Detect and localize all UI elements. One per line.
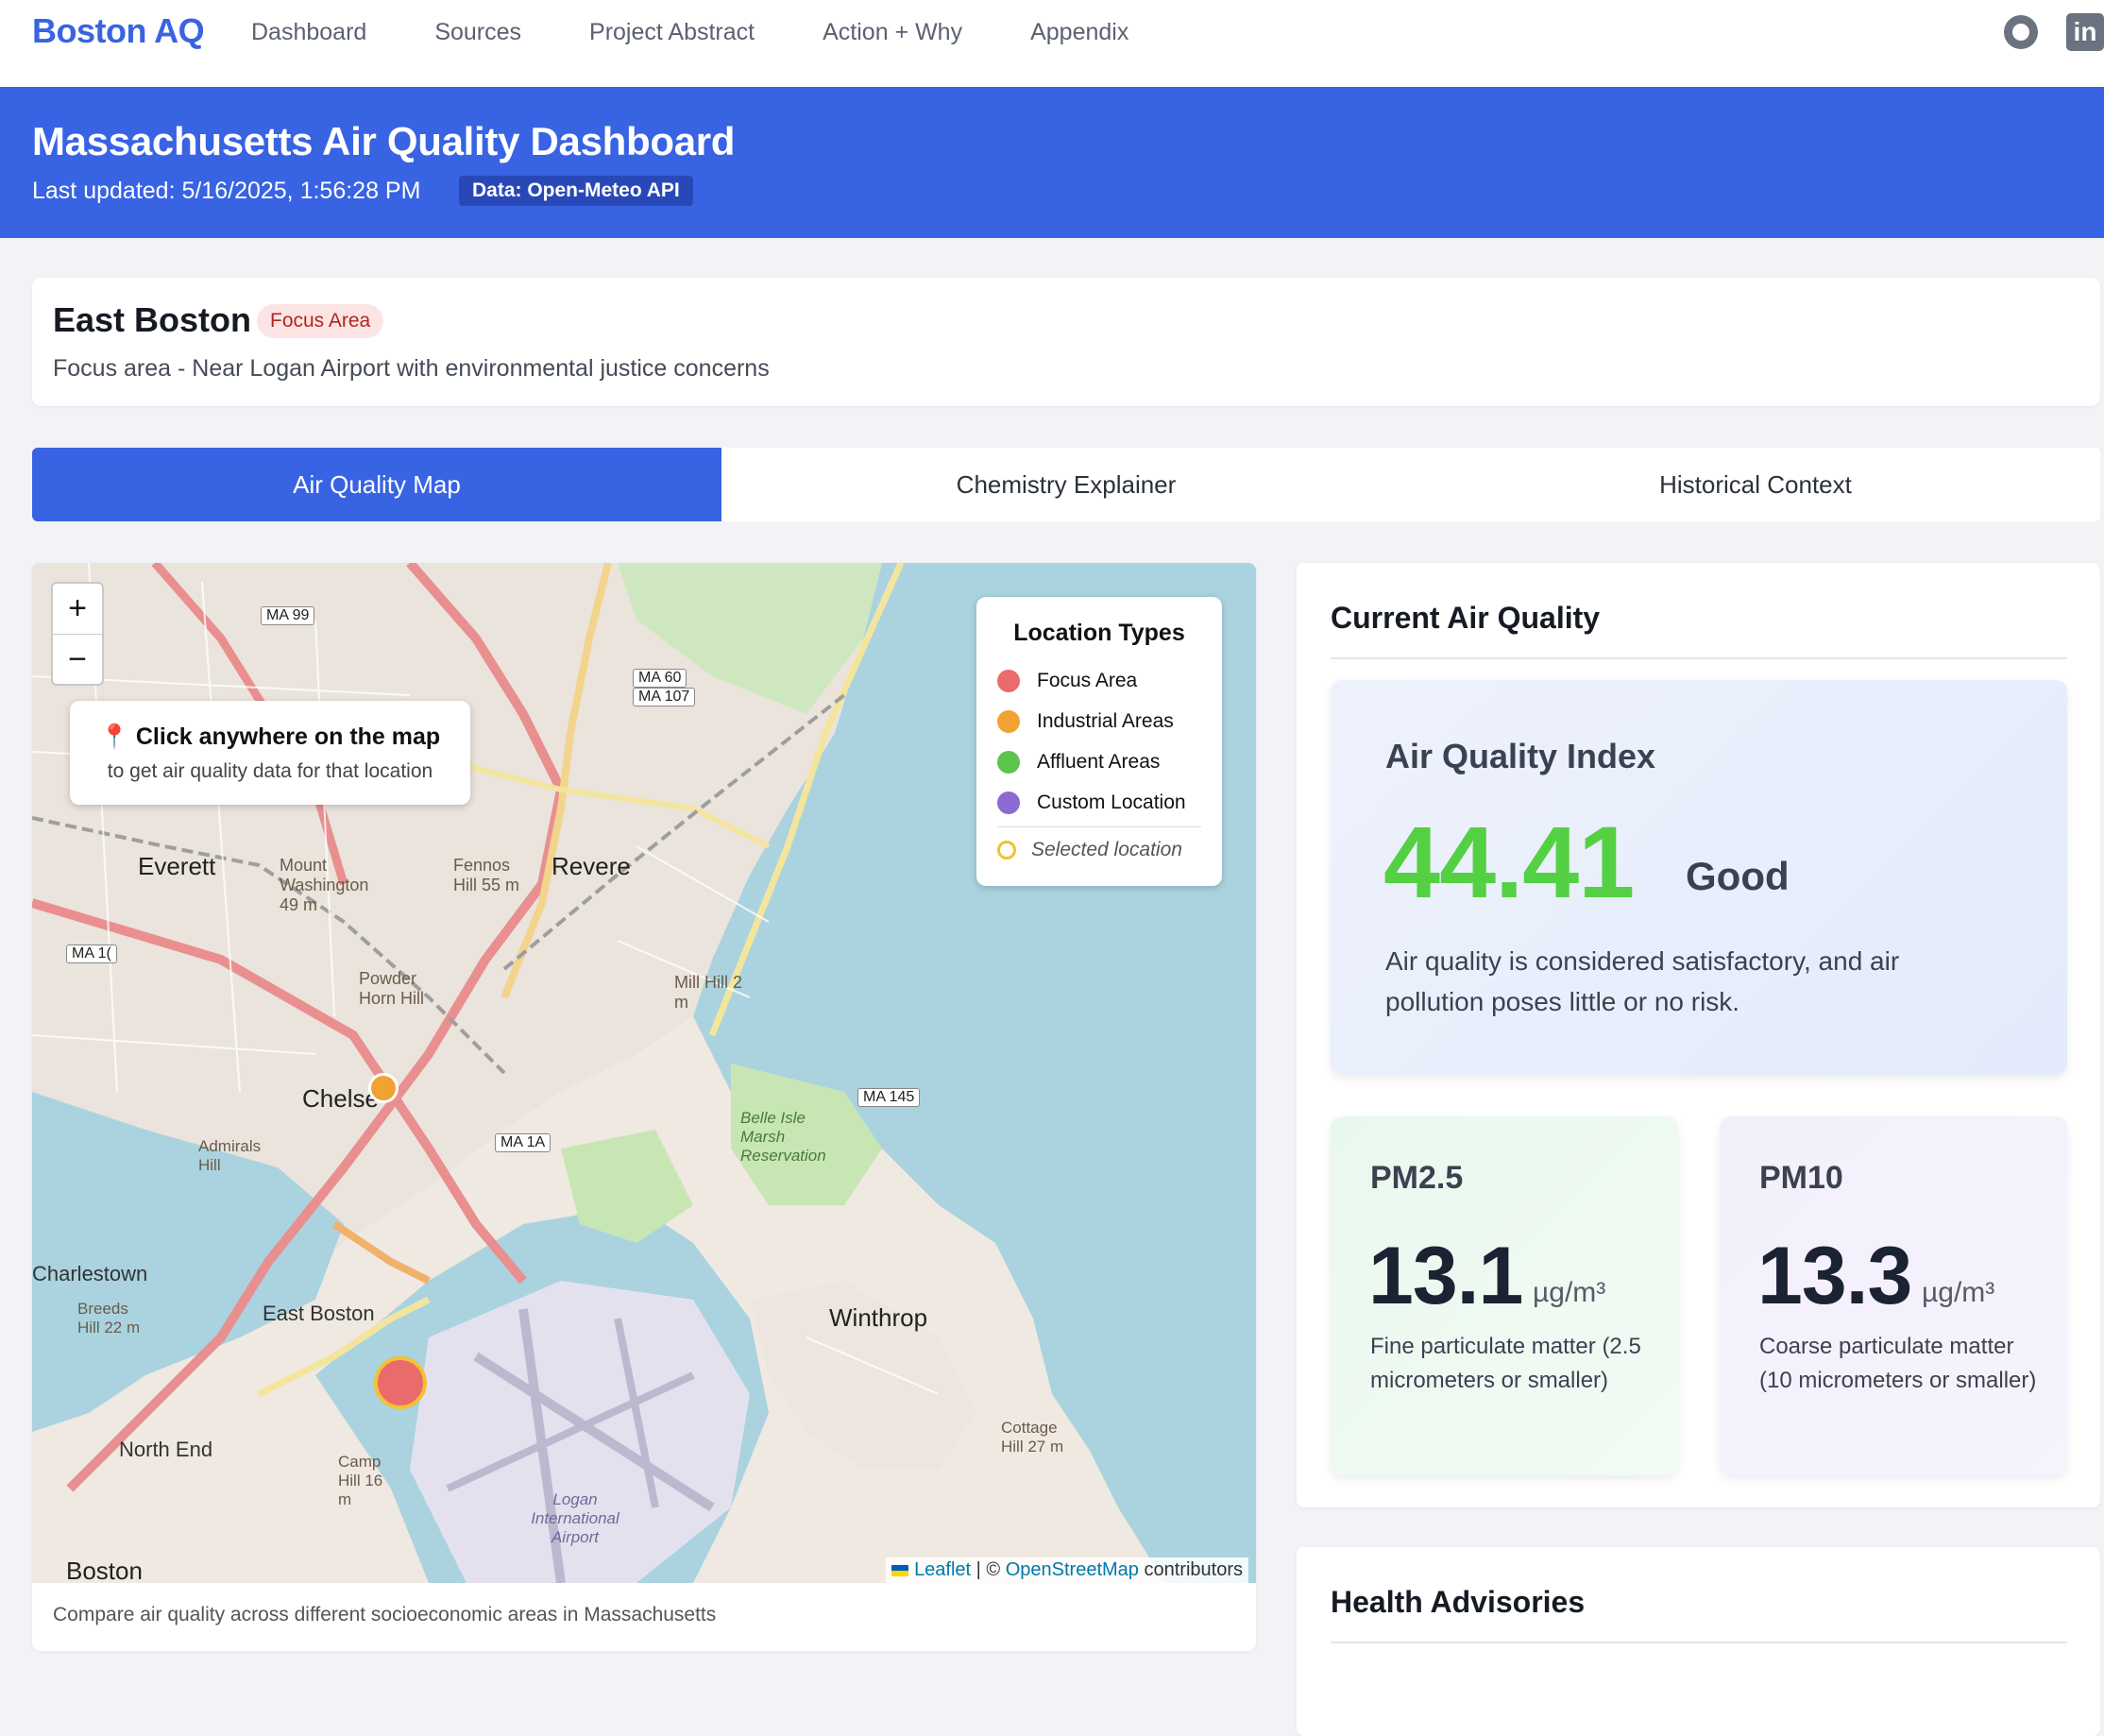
pm10-label: PM10 [1759,1160,1843,1196]
location-name: East Boston [53,300,252,339]
ukraine-flag-icon [891,1564,909,1576]
industrial-area-dot [997,709,1020,733]
leaflet-link[interactable]: Leaflet [914,1559,971,1580]
map-label-camp-hill: Camp Hill 16 m [338,1453,383,1508]
view-tabs: Air Quality Map Chemistry Explainer Hist… [32,448,2100,521]
divider [1331,657,2067,659]
map-label-mill-hill: Mill Hill 2 m [674,973,742,1012]
nav-links: Dashboard Sources Project Abstract Actio… [251,19,1196,46]
health-advisories-card: Health Advisories [1297,1547,2100,1736]
map-label-logan-airport: Logan International Airport [531,1490,619,1546]
health-title: Health Advisories [1331,1585,1586,1619]
pm10-description: Coarse particulate matter (10 micrometer… [1759,1334,2037,1393]
route-shield-ma107: MA 107 [633,688,696,706]
pm10-unit: µg/m³ [1922,1277,1995,1308]
route-shield-ma99: MA 99 [261,606,315,625]
nav-link-action-why[interactable]: Action + Why [823,19,962,46]
zoom-in-button[interactable]: + [53,584,102,635]
map-label-east-boston: East Boston [263,1302,375,1325]
section-title: Current Air Quality [1331,601,1601,635]
nav-link-project-abstract[interactable]: Project Abstract [589,19,755,46]
map-label-everett: Everett [138,852,216,880]
linkedin-icon[interactable]: in [2066,13,2104,51]
social-icons: in [2004,13,2104,51]
route-shield-ma60: MA 60 [633,669,687,688]
pm25-description: Fine particulate matter (2.5 micrometers… [1370,1334,1641,1393]
instruction-title: 📍 Click anywhere on the map [99,723,441,750]
map-label-belle-isle: Belle Isle Marsh Reservation [740,1109,826,1165]
top-navbar: Boston AQ Dashboard Sources Project Abst… [0,0,2104,87]
nav-link-sources[interactable]: Sources [434,19,521,46]
map-label-breeds-hill: Breeds Hill 22 m [77,1300,141,1336]
pm10-value: 13.3 [1757,1231,1912,1321]
map-label-mount-washington: Mount Washington 49 m [280,856,369,914]
brand-logo[interactable]: Boston AQ [32,11,205,51]
map-instruction-popup: 📍 Click anywhere on the map to get air q… [70,701,470,805]
legend-item-industrial: Industrial Areas [997,701,1201,741]
map-label-boston: Boston [66,1557,143,1585]
aqi-label: Air Quality Index [1385,737,1656,775]
last-updated: Last updated: 5/16/2025, 1:56:28 PM [32,178,421,204]
map-legend: Location Types Focus Area Industrial Are… [976,597,1222,886]
tab-air-quality-map[interactable]: Air Quality Map [32,448,721,521]
map-label-powder-horn: Powder Horn Hill [359,969,425,1008]
data-source-badge: Data: Open-Meteo API [459,176,693,206]
selected-location-card: East Boston Focus Area Focus area - Near… [32,278,2100,406]
pm25-label: PM2.5 [1370,1160,1464,1196]
nav-link-appendix[interactable]: Appendix [1030,19,1128,46]
pm25-panel: PM2.5 13.1 µg/m³ Fine particulate matter… [1331,1116,1678,1475]
legend-item-affluent: Affluent Areas [997,741,1201,782]
legend-item-custom: Custom Location [997,782,1201,823]
legend-item-selected: Selected location [997,826,1201,867]
pm10-panel: PM10 13.3 µg/m³ Coarse particulate matte… [1720,1116,2067,1475]
instruction-subtitle: to get air quality data for that locatio… [107,760,433,782]
focus-area-dot [997,669,1020,692]
map-card: Everett Revere Chelse Charlestown East B… [32,563,1256,1651]
zoom-control: + − [51,582,104,686]
divider [1331,1642,2067,1643]
aqi-panel: Air Quality Index 44.41 Good Air quality… [1331,680,2067,1075]
map-caption: Compare air quality across different soc… [53,1604,717,1625]
route-shield-ma145: MA 145 [857,1088,921,1107]
map-attribution: Leaflet | © OpenStreetMap contributors [886,1557,1248,1583]
map-label-chelsea: Chelse [302,1084,379,1113]
osm-link[interactable]: OpenStreetMap [1006,1559,1139,1580]
map-label-north-end: North End [119,1438,213,1461]
dashboard-header: Massachusetts Air Quality Dashboard Last… [0,87,2104,238]
custom-location-dot [997,791,1020,814]
page-title: Massachusetts Air Quality Dashboard [32,119,736,163]
map-label-admirals-hill: Admirals Hill [198,1137,262,1174]
map-label-charlestown: Charlestown [32,1262,148,1285]
air-quality-map[interactable]: Everett Revere Chelse Charlestown East B… [32,563,1256,1585]
nav-link-dashboard[interactable]: Dashboard [251,19,366,46]
current-air-quality-card: Current Air Quality Air Quality Index 44… [1297,563,2100,1507]
focus-area-marker[interactable] [374,1356,427,1409]
aqi-message: Air quality is considered satisfactory, … [1385,946,1900,1016]
industrial-area-marker[interactable] [368,1073,399,1103]
pm25-value: 13.1 [1368,1231,1523,1321]
zoom-out-button[interactable]: − [53,635,102,686]
aqi-category: Good [1686,854,1790,898]
affluent-area-dot [997,750,1020,774]
pm25-unit: µg/m³ [1533,1277,1606,1308]
map-label-winthrop: Winthrop [829,1303,928,1332]
aqi-value: 44.41 [1383,805,1635,919]
tab-chemistry-explainer[interactable]: Chemistry Explainer [721,448,1411,521]
location-type-badge: Focus Area [257,304,384,338]
tab-historical-context[interactable]: Historical Context [1411,448,2100,521]
legend-item-focus: Focus Area [997,660,1201,701]
selected-location-ring [997,841,1016,859]
map-label-cottage-hill: Cottage Hill 27 m [1001,1419,1064,1455]
legend-title: Location Types [1013,620,1185,646]
route-shield-ma1: MA 1( [66,945,117,963]
location-description: Focus area - Near Logan Airport with env… [53,355,770,382]
map-label-revere: Revere [551,852,631,880]
map-label-fennos-hill: Fennos Hill 55 m [453,856,520,894]
route-shield-ma1a: MA 1A [495,1133,551,1152]
github-icon[interactable] [2004,15,2038,49]
